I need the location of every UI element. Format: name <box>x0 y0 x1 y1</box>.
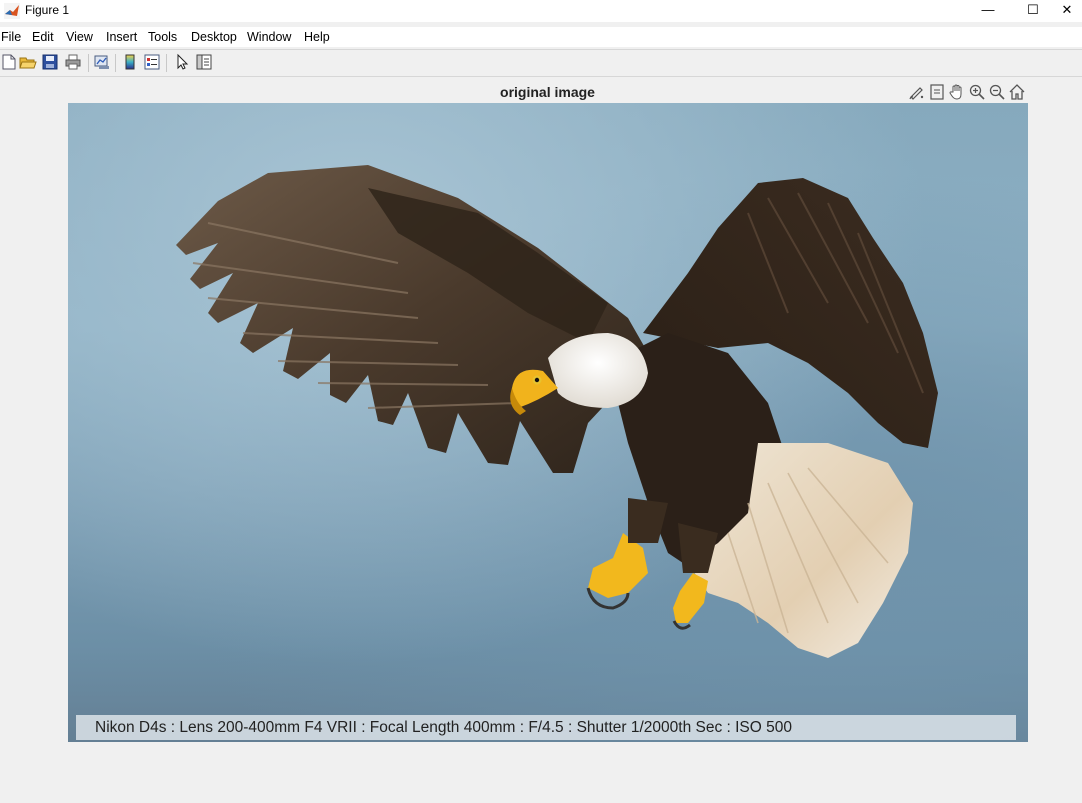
menu-bar: File Edit View Insert Tools Desktop Wind… <box>0 27 1082 47</box>
close-button[interactable]: ✕ <box>1052 0 1082 22</box>
zoom-in-icon[interactable] <box>968 83 986 101</box>
toolbar-separator <box>115 54 116 72</box>
edit-plot-arrow-icon[interactable] <box>173 53 191 71</box>
open-file-icon[interactable] <box>19 53 37 71</box>
home-icon[interactable] <box>1008 83 1026 101</box>
maximize-button[interactable]: ☐ <box>1010 0 1056 22</box>
insert-legend-icon[interactable] <box>143 53 161 71</box>
pan-hand-icon[interactable] <box>948 83 966 101</box>
menu-help[interactable]: Help <box>304 30 330 44</box>
menu-file[interactable]: File <box>1 30 21 44</box>
eagle-photo: Nikon D4s : Lens 200-400mm F4 VRII : Foc… <box>68 103 1028 742</box>
menu-insert[interactable]: Insert <box>106 30 137 44</box>
menu-window[interactable]: Window <box>247 30 291 44</box>
property-inspector-icon[interactable] <box>195 53 213 71</box>
zoom-out-icon[interactable] <box>988 83 1006 101</box>
insert-colorbar-icon[interactable] <box>121 53 139 71</box>
print-icon[interactable] <box>64 53 82 71</box>
minimize-button[interactable]: — <box>965 0 1011 22</box>
link-plot-icon[interactable] <box>93 53 111 71</box>
window-title-bar: Figure 1 — ☐ ✕ <box>0 0 1082 22</box>
new-figure-icon[interactable] <box>0 53 18 71</box>
save-icon[interactable] <box>41 53 59 71</box>
figure-toolbar <box>0 49 1082 77</box>
window-title: Figure 1 <box>25 3 70 17</box>
toolbar-separator <box>166 54 167 72</box>
brush-icon[interactable] <box>908 83 926 101</box>
menu-view[interactable]: View <box>66 30 93 44</box>
menu-desktop[interactable]: Desktop <box>191 30 237 44</box>
menu-tools[interactable]: Tools <box>148 30 177 44</box>
data-tips-icon[interactable] <box>928 83 946 101</box>
matlab-app-icon <box>4 3 20 19</box>
menu-edit[interactable]: Edit <box>32 30 54 44</box>
photo-caption-bar: Nikon D4s : Lens 200-400mm F4 VRII : Foc… <box>76 715 1016 740</box>
photo-caption: Nikon D4s : Lens 200-400mm F4 VRII : Foc… <box>95 719 792 736</box>
bald-eagle-illustration <box>176 165 938 658</box>
toolbar-separator <box>88 54 89 72</box>
